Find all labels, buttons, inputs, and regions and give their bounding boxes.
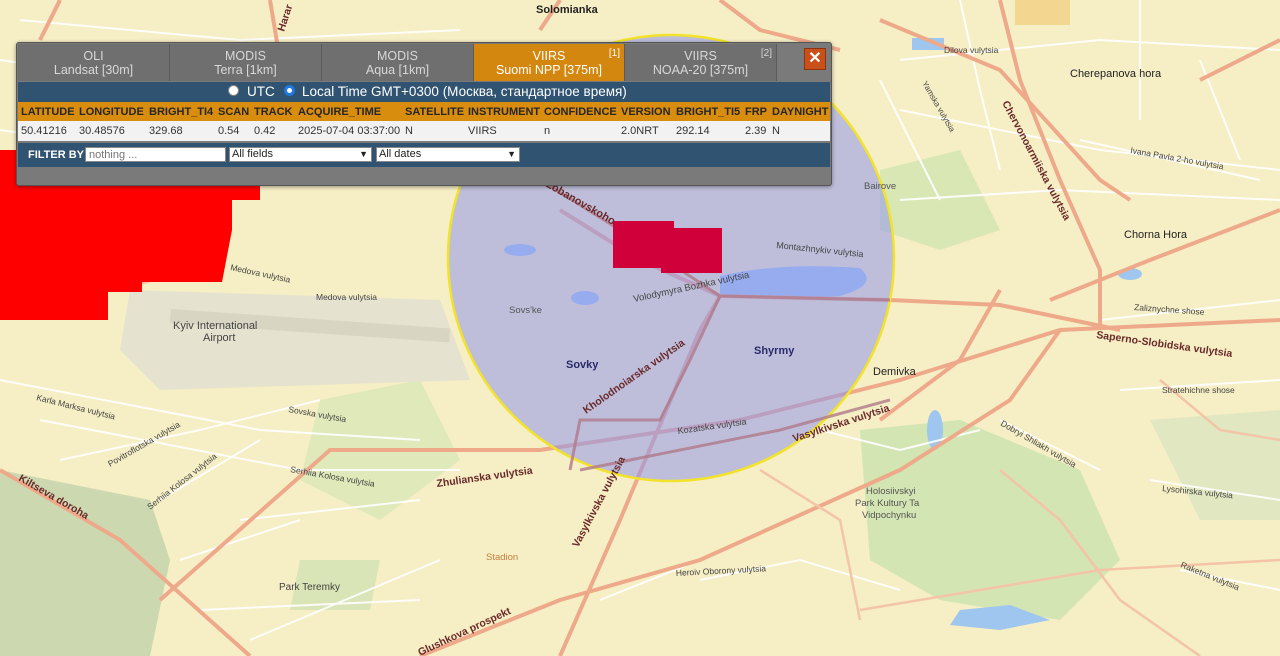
table-row[interactable]: 50.41216 30.48576 329.68 0.54 0.42 2025-… xyxy=(18,121,830,141)
tab-label-2: NOAA-20 [375m] xyxy=(652,63,749,77)
cell-scan: 0.54 xyxy=(218,125,240,137)
tab-modis-aqua[interactable]: MODIS Aqua [1km] xyxy=(322,44,474,81)
label-shyrmy: Shyrmy xyxy=(754,345,795,357)
label-holosiivskyi-3: Vidpochynku xyxy=(862,510,916,521)
cell-daynight: N xyxy=(772,125,780,137)
cell-longitude: 30.48576 xyxy=(79,125,125,137)
cell-latitude: 50.41216 xyxy=(21,125,67,137)
label-cherepanova: Cherepanova hora xyxy=(1070,68,1162,80)
chevron-down-icon: ▼ xyxy=(359,149,368,159)
tab-label-1: OLI xyxy=(83,49,104,63)
label-stadion: Stadion xyxy=(486,552,518,563)
field-select-value: All fields xyxy=(232,148,273,160)
tab-count-badge: [2] xyxy=(760,48,772,59)
utc-radio[interactable] xyxy=(228,85,239,96)
label-park-teremky: Park Teremky xyxy=(279,582,340,593)
filter-bar: FILTER BY All fields ▼ All dates ▼ xyxy=(18,143,830,167)
tab-label-2: Landsat [30m] xyxy=(53,63,134,77)
cell-confidence: n xyxy=(544,125,551,137)
cell-satellite: N xyxy=(405,125,413,137)
filter-label: FILTER BY xyxy=(28,149,85,161)
label-stratehichne: Stratehichne shose xyxy=(1162,385,1235,395)
chevron-down-icon: ▼ xyxy=(507,149,516,159)
label-dilova: Dilova vulytsia xyxy=(944,45,999,55)
cell-version: 2.0NRT xyxy=(621,125,659,137)
label-medova: Medova vulytsia xyxy=(316,292,377,302)
cell-frp: 2.39 xyxy=(745,125,767,137)
tab-oli-landsat[interactable]: OLI Landsat [30m] xyxy=(18,44,170,81)
col-confidence[interactable]: CONFIDENCE xyxy=(544,106,617,118)
col-bright-ti5[interactable]: BRIGHT_TI5 xyxy=(676,106,740,118)
col-scan[interactable]: SCAN xyxy=(218,106,249,118)
col-longitude[interactable]: LONGITUDE xyxy=(79,106,144,118)
tab-label-1: VIIRS xyxy=(684,49,717,63)
label-sovky: Sovky xyxy=(566,359,599,371)
col-version[interactable]: VERSION xyxy=(621,106,671,118)
col-instrument[interactable]: INSTRUMENT xyxy=(468,106,540,118)
local-time-radio[interactable] xyxy=(284,85,295,96)
tab-label-1: MODIS xyxy=(377,49,418,63)
label-airport-2: Airport xyxy=(203,332,235,344)
col-satellite[interactable]: SATELLITE xyxy=(405,106,464,118)
tab-count-badge: [1] xyxy=(608,48,620,59)
col-frp[interactable]: FRP xyxy=(745,106,767,118)
cell-bright-ti4: 329.68 xyxy=(149,125,183,137)
cell-track: 0.42 xyxy=(254,125,276,137)
tab-viirs-suomi-npp[interactable]: [1] VIIRS Suomi NPP [375m] xyxy=(474,44,625,81)
col-acquire-time[interactable]: ACQUIRE_TIME xyxy=(298,106,381,118)
hotspot-pixel[interactable] xyxy=(613,221,722,273)
sand-area xyxy=(1015,0,1070,25)
date-select[interactable]: All dates ▼ xyxy=(376,147,520,162)
label-solomianka: Solomianka xyxy=(536,4,599,16)
tab-label-2: Aqua [1km] xyxy=(365,63,430,77)
local-time-label: Local Time GMT+0300 (Москва, стандартное… xyxy=(302,84,627,99)
col-daynight[interactable]: DAYNIGHT xyxy=(772,106,828,118)
label-chorna: Chorna Hora xyxy=(1124,229,1188,241)
cell-bright-ti5: 292.14 xyxy=(676,125,710,137)
tab-label-2: Suomi NPP [375m] xyxy=(495,63,603,77)
date-select-value: All dates xyxy=(379,148,422,160)
cell-instrument: VIIRS xyxy=(468,125,497,137)
table-header: LATITUDE LONGITUDE BRIGHT_TI4 SCAN TRACK… xyxy=(18,102,830,121)
tab-label-2: Terra [1km] xyxy=(214,63,277,77)
time-mode-bar: UTC Local Time GMT+0300 (Москва, стандар… xyxy=(18,82,830,102)
filter-input[interactable] xyxy=(85,147,226,162)
close-button[interactable]: ✕ xyxy=(804,48,826,70)
label-holosiivskyi-1: Holosiivskyi xyxy=(866,486,916,497)
cell-acquire-time: 2025-07-04 03:37:00 xyxy=(298,125,401,137)
col-track[interactable]: TRACK xyxy=(254,106,293,118)
satellite-tabs: OLI Landsat [30m] MODIS Terra [1km] MODI… xyxy=(18,44,830,82)
tab-label-1: VIIRS xyxy=(532,49,566,63)
field-select[interactable]: All fields ▼ xyxy=(229,147,372,162)
label-demivka: Demivka xyxy=(873,366,917,378)
label-bairove: Bairove xyxy=(864,181,896,192)
label-holosiivskyi-2: Park Kultury Ta xyxy=(855,498,920,509)
tab-label-1: MODIS xyxy=(225,49,266,63)
col-bright-ti4[interactable]: BRIGHT_TI4 xyxy=(149,106,213,118)
fire-data-panel: OLI Landsat [30m] MODIS Terra [1km] MODI… xyxy=(16,42,832,186)
tab-modis-terra[interactable]: MODIS Terra [1km] xyxy=(170,44,322,81)
tab-viirs-noaa-20[interactable]: [2] VIIRS NOAA-20 [375m] xyxy=(625,44,777,81)
label-airport-1: Kyiv International xyxy=(173,320,257,332)
col-latitude[interactable]: LATITUDE xyxy=(21,106,75,118)
utc-label: UTC xyxy=(247,84,275,99)
label-sovske: Sovs'ke xyxy=(509,305,542,316)
